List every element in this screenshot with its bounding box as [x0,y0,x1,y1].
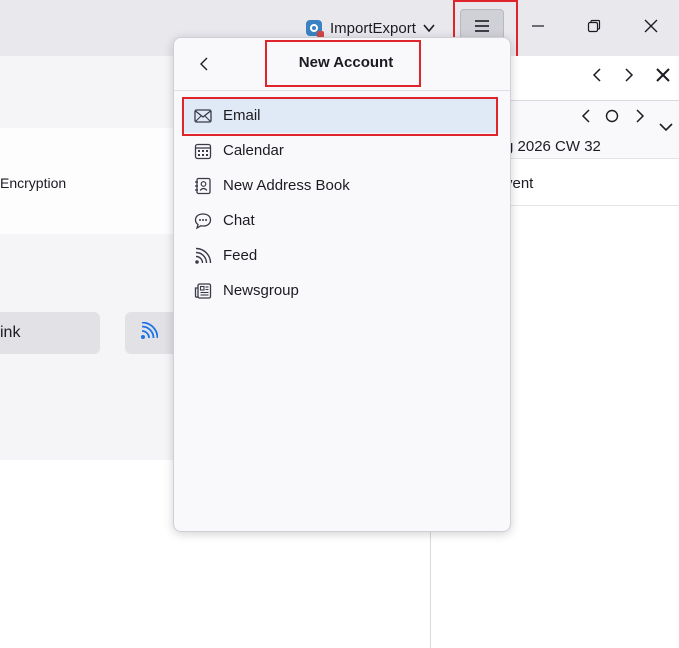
day-next-button[interactable] [628,106,652,130]
today-button[interactable] [600,106,624,130]
chevron-left-icon [580,108,592,128]
minimize-icon [531,19,545,38]
pane-expand-button[interactable] [654,117,678,141]
restore-button[interactable] [574,10,614,46]
chevron-right-icon [623,67,635,87]
pane-week-label: g 2026 CW 32 [505,138,601,155]
highlight-box-email [182,97,498,136]
chevron-down-icon [422,21,436,35]
menu-item-chat[interactable]: Chat [182,204,496,238]
feed-icon [140,321,159,345]
chevron-down-icon [659,120,673,138]
import-export-logo-icon [304,18,324,38]
feed-icon [194,247,212,265]
close-icon [656,67,670,87]
address-book-icon [194,177,212,195]
menu-item-label: Chat [223,212,255,229]
menu-item-calendar[interactable]: Calendar [182,134,496,168]
pane-next-button[interactable] [617,65,641,89]
menu-item-label: Calendar [223,142,284,159]
chevron-left-icon [591,67,603,87]
calendar-icon [194,142,212,160]
encryption-label: Encryption [0,175,67,191]
highlight-box-title [265,40,421,87]
newsgroup-icon [194,282,212,300]
menu-item-label: Feed [223,247,258,264]
pane-close-button[interactable] [651,65,675,89]
link-button-label: ink [0,324,21,341]
pane-prev-button[interactable] [585,65,609,89]
menu-item-label: New Address Book [223,177,350,194]
close-icon [644,19,658,38]
feed-button[interactable] [125,312,173,354]
circle-icon [605,109,619,128]
close-button[interactable] [631,10,671,46]
account-label: ImportExport [330,19,416,37]
day-prev-button[interactable] [574,106,598,130]
chat-icon [194,212,212,230]
restore-icon [587,19,601,38]
menu-item-newsgroup[interactable]: Newsgroup [182,274,496,308]
menu-item-label: Newsgroup [223,282,299,299]
link-button[interactable]: ink [0,312,100,354]
menu-item-feed[interactable]: Feed [182,239,496,273]
minimize-button[interactable] [518,10,558,46]
chevron-right-icon [634,108,646,128]
menu-item-address-book[interactable]: New Address Book [182,169,496,203]
